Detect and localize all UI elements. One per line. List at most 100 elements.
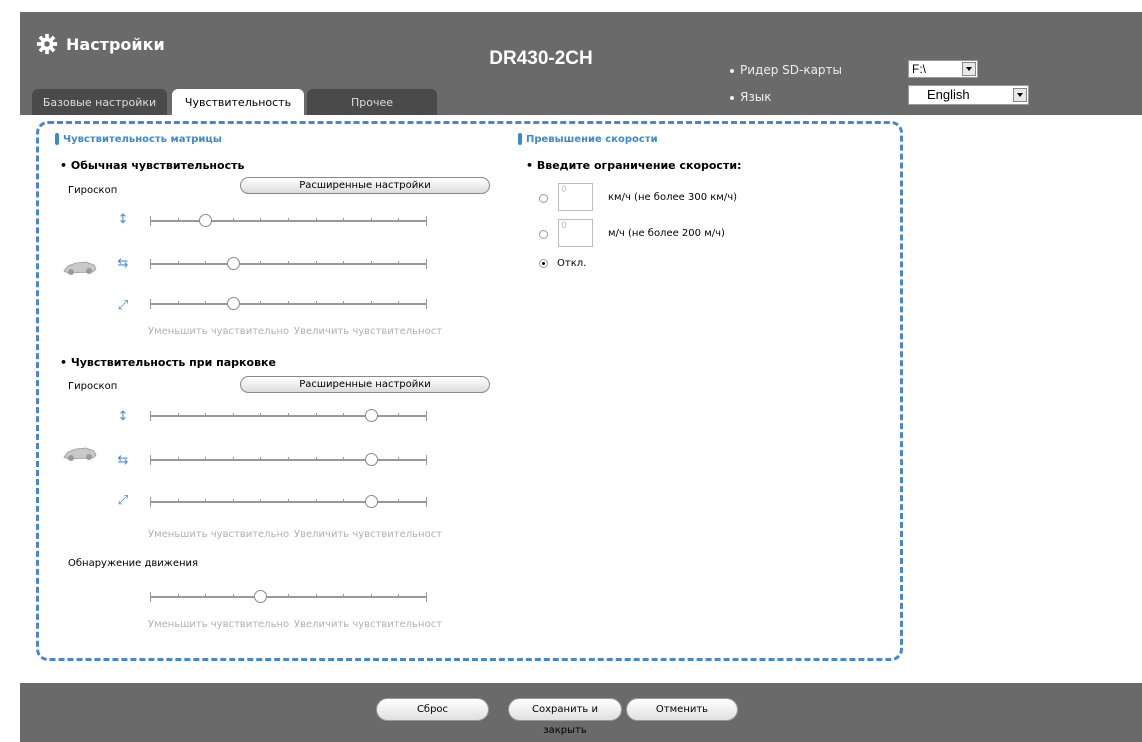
slider-tick <box>398 261 400 265</box>
slider-tick <box>370 218 372 222</box>
normal-diagonal-slider[interactable] <box>150 296 430 312</box>
car-icon <box>63 447 97 461</box>
speed-off-radio[interactable] <box>539 259 548 268</box>
slider-tick <box>177 261 179 265</box>
advanced-settings-button[interactable]: Расширенные настройки <box>240 376 490 393</box>
vertical-arrows-icon: ↕ <box>117 212 129 227</box>
cancel-button[interactable]: Отменить <box>626 698 738 721</box>
slider-tick <box>150 299 151 309</box>
slider-tick <box>398 218 400 222</box>
increase-label: Увеличить чувствительност <box>294 619 443 630</box>
vertical-arrows-icon: ↕ <box>117 409 129 424</box>
slider-tick <box>315 499 317 503</box>
advanced-settings-button[interactable]: Расширенные настройки <box>240 177 490 194</box>
speed-off-label: Откл. <box>557 258 587 269</box>
increase-label: Увеличить чувствительност <box>294 326 443 337</box>
slider-tick <box>343 413 345 417</box>
decrease-label: Уменьшить чувствительно <box>148 619 290 630</box>
parking-diagonal-slider[interactable] <box>150 494 430 510</box>
slider-knob[interactable] <box>364 409 378 422</box>
motion-detection-slider[interactable] <box>150 589 430 605</box>
slider-tick <box>288 457 289 461</box>
sensitivity-section-title: Чувствительность матрицы <box>63 134 222 145</box>
slider-tick <box>426 592 427 602</box>
slider-tick <box>398 301 400 305</box>
slider-tick <box>260 301 262 305</box>
horizontal-arrows-icon: ⇆ <box>117 453 129 468</box>
slider-tick <box>315 413 317 417</box>
tab-basic[interactable]: Базовые настройки <box>32 89 167 115</box>
slider-tick <box>343 218 345 222</box>
slider-tick <box>232 457 234 461</box>
slider-knob[interactable] <box>364 495 378 508</box>
slider-tick <box>343 301 345 305</box>
slider-tick <box>205 301 207 305</box>
slider-tick <box>426 497 427 507</box>
slider-knob[interactable] <box>199 214 213 227</box>
speed-section-title: Превышение скорости <box>526 134 658 145</box>
speed-mph-input[interactable]: 0 <box>558 219 593 247</box>
normal-vertical-slider[interactable] <box>150 213 430 229</box>
slider-tick <box>315 594 317 598</box>
speed-kmh-label: км/ч (не более 300 км/ч) <box>608 192 737 203</box>
slider-tick <box>288 301 289 305</box>
language-label: Язык <box>730 90 771 104</box>
language-select[interactable]: English <box>908 85 1029 105</box>
sd-reader-select[interactable]: F:\ <box>908 60 978 78</box>
slider-tick <box>205 457 207 461</box>
slider-tick <box>205 594 207 598</box>
slider-tick <box>260 218 262 222</box>
tab-sensitivity[interactable]: Чувствительность <box>172 89 304 115</box>
slider-tick <box>260 457 262 461</box>
slider-tick <box>177 499 179 503</box>
slider-tick <box>177 457 179 461</box>
slider-knob[interactable] <box>364 453 378 466</box>
normal-horizontal-slider[interactable] <box>150 256 430 272</box>
header-bar: Настройки DR430-2CH Ридер SD-карты F:\ Я… <box>20 12 1142 115</box>
slider-tick <box>288 594 289 598</box>
slider-knob[interactable] <box>226 297 240 310</box>
car-icon <box>63 261 97 275</box>
slider-tick <box>150 592 151 602</box>
speed-kmh-radio[interactable] <box>539 194 548 203</box>
slider-tick <box>398 594 400 598</box>
parking-horizontal-slider[interactable] <box>150 452 430 468</box>
slider-knob[interactable] <box>254 590 268 603</box>
increase-label: Увеличить чувствительност <box>294 529 443 540</box>
slider-tick <box>370 261 372 265</box>
slider-tick <box>426 455 427 465</box>
slider-tick <box>232 218 234 222</box>
slider-tick <box>260 413 262 417</box>
save-close-button[interactable]: Сохранить и закрыть <box>508 698 622 736</box>
slider-tick <box>177 594 179 598</box>
slider-knob[interactable] <box>226 257 240 270</box>
tab-other[interactable]: Прочее <box>307 89 437 115</box>
slider-tick <box>260 499 262 503</box>
slider-tick <box>315 457 317 461</box>
slider-tick <box>426 411 427 421</box>
slider-tick <box>205 499 207 503</box>
slider-tick <box>370 594 372 598</box>
gyro-label: Гироскоп <box>68 185 118 196</box>
reset-button[interactable]: Сброс <box>376 698 489 721</box>
slider-tick <box>232 594 234 598</box>
slider-tick <box>150 411 151 421</box>
parking-sensitivity-heading: • Чувствительность при парковке <box>60 356 276 369</box>
section-marker <box>518 133 522 145</box>
slider-tick <box>150 455 151 465</box>
speed-mph-radio[interactable] <box>539 230 548 239</box>
diagonal-arrows-icon: ⤢ <box>117 493 129 508</box>
slider-tick <box>288 413 289 417</box>
slider-tick <box>150 259 151 269</box>
slider-tick <box>343 594 345 598</box>
slider-tick <box>177 301 179 305</box>
slider-tick <box>205 261 207 265</box>
slider-tick <box>232 499 234 503</box>
chevron-down-icon <box>1013 88 1027 102</box>
speed-mph-label: м/ч (не более 200 м/ч) <box>608 228 725 239</box>
slider-tick <box>232 413 234 417</box>
sd-reader-label: Ридер SD-карты <box>730 63 842 77</box>
parking-vertical-slider[interactable] <box>150 408 430 424</box>
diagonal-arrows-icon: ⤢ <box>117 298 129 313</box>
speed-kmh-input[interactable]: 0 <box>558 183 593 211</box>
